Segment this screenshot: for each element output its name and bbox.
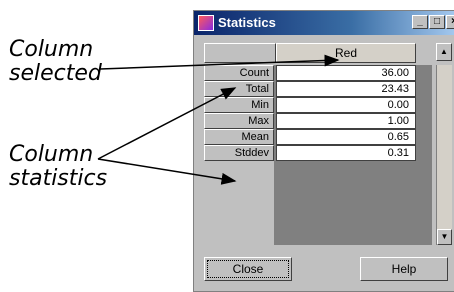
- annotation-line: Column: [9, 142, 94, 167]
- app-icon: [198, 15, 214, 31]
- cell-count[interactable]: 36.00: [276, 65, 416, 81]
- help-button[interactable]: Help: [360, 257, 448, 281]
- annotation-line: Column: [9, 37, 94, 62]
- annotation-column-selected: Column selected: [9, 38, 102, 86]
- cell-max[interactable]: 1.00: [276, 113, 416, 129]
- row-label-stddev[interactable]: Stddev: [204, 145, 274, 161]
- focus-outline: [207, 260, 289, 278]
- title-bar[interactable]: Statistics _ □ ×: [194, 11, 454, 35]
- window-title: Statistics: [218, 15, 276, 30]
- table-row: Min 0.00: [204, 97, 432, 113]
- maximize-button[interactable]: □: [429, 15, 445, 29]
- column-header-row: Red ▲: [204, 43, 454, 63]
- column-header-red[interactable]: Red: [276, 43, 416, 63]
- table-row: Max 1.00: [204, 113, 432, 129]
- statistics-grid: Count 36.00 Total 23.43 Min 0.00 Max 1.0…: [204, 65, 432, 245]
- help-button-label: Help: [391, 262, 417, 276]
- cell-mean[interactable]: 0.65: [276, 129, 416, 145]
- empty-row-labels: [204, 161, 274, 245]
- scroll-down-icon[interactable]: ▼: [437, 229, 452, 245]
- table-row: Total 23.43: [204, 81, 432, 97]
- annotation-line: selected: [9, 61, 102, 86]
- row-label-min[interactable]: Min: [204, 97, 274, 113]
- header-corner: [204, 43, 276, 63]
- close-window-button[interactable]: ×: [446, 15, 454, 29]
- vertical-scrollbar[interactable]: ▼: [436, 65, 452, 245]
- annotation-line: statistics: [9, 166, 108, 191]
- row-label-max[interactable]: Max: [204, 113, 274, 129]
- row-label-count[interactable]: Count: [204, 65, 274, 81]
- table-row: Count 36.00: [204, 65, 432, 81]
- cell-min[interactable]: 0.00: [276, 97, 416, 113]
- cell-total[interactable]: 23.43: [276, 81, 416, 97]
- row-label-total[interactable]: Total: [204, 81, 274, 97]
- table-row: Mean 0.65: [204, 129, 432, 145]
- cell-stddev[interactable]: 0.31: [276, 145, 416, 161]
- close-button[interactable]: Close: [204, 257, 292, 281]
- statistics-window: Statistics _ □ × Red ▲ Count 36.00 Total…: [193, 10, 454, 292]
- table-row: Stddev 0.31: [204, 145, 432, 161]
- scroll-up-icon[interactable]: ▲: [436, 43, 452, 61]
- annotation-column-statistics: Column statistics: [9, 143, 107, 191]
- minimize-button[interactable]: _: [412, 15, 428, 29]
- row-label-mean[interactable]: Mean: [204, 129, 274, 145]
